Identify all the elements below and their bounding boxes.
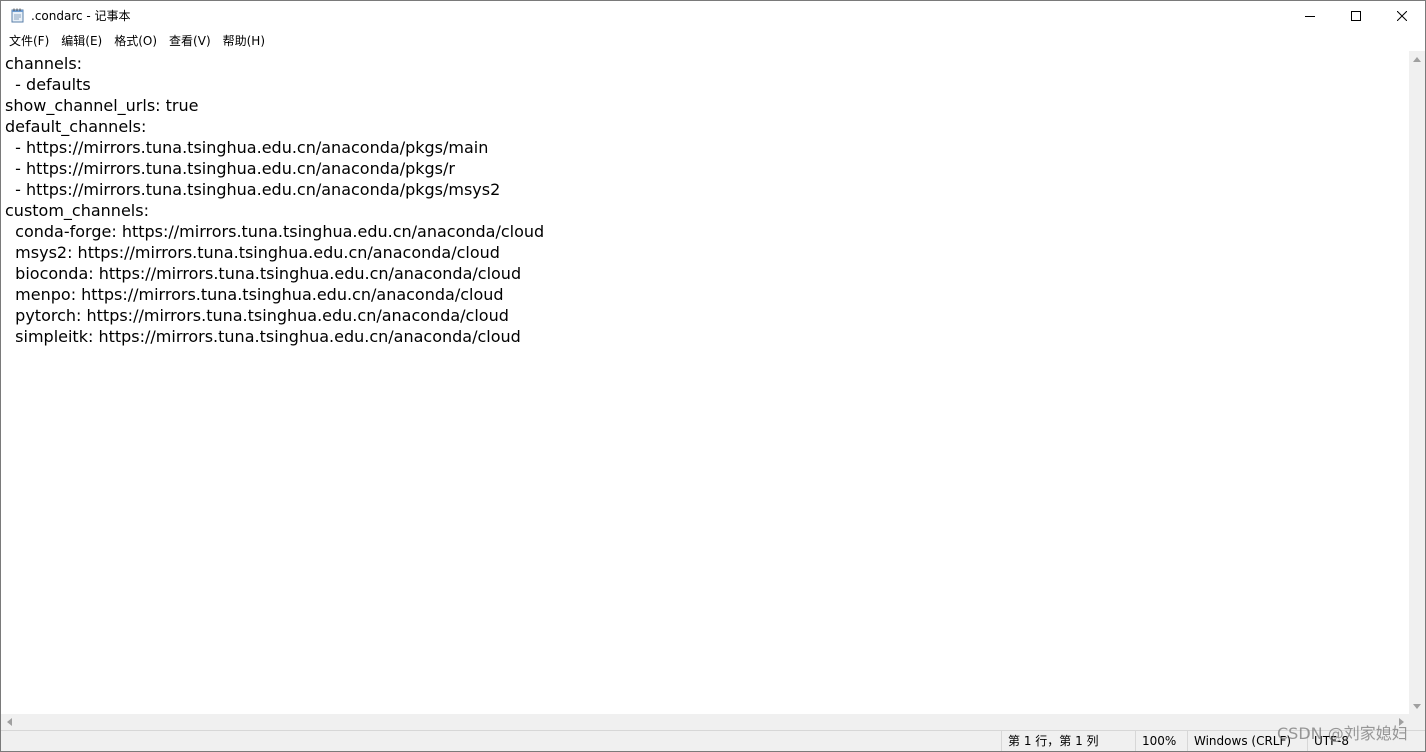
status-zoom: 100% xyxy=(1135,731,1187,751)
close-icon xyxy=(1397,11,1407,21)
scroll-up-icon[interactable] xyxy=(1409,51,1425,67)
menu-format[interactable]: 格式(O) xyxy=(108,31,163,51)
status-encoding: UTF-8 xyxy=(1307,731,1425,751)
maximize-icon xyxy=(1351,11,1361,21)
minimize-button[interactable] xyxy=(1287,1,1333,31)
scroll-right-icon[interactable] xyxy=(1393,714,1409,730)
minimize-icon xyxy=(1305,16,1315,17)
scrollbar-corner xyxy=(1409,714,1425,730)
title-bar[interactable]: .condarc - 记事本 xyxy=(1,1,1425,31)
status-line-ending: Windows (CRLF) xyxy=(1187,731,1307,751)
scroll-left-icon[interactable] xyxy=(1,714,17,730)
maximize-button[interactable] xyxy=(1333,1,1379,31)
vertical-scrollbar[interactable] xyxy=(1409,51,1425,714)
window-title: .condarc - 记事本 xyxy=(31,9,131,23)
scroll-down-icon[interactable] xyxy=(1409,698,1425,714)
text-editor[interactable]: channels: - defaults show_channel_urls: … xyxy=(1,51,1409,714)
menu-view[interactable]: 查看(V) xyxy=(163,31,217,51)
menu-help[interactable]: 帮助(H) xyxy=(217,31,271,51)
menu-bar: 文件(F) 编辑(E) 格式(O) 查看(V) 帮助(H) xyxy=(1,31,1425,51)
horizontal-scrollbar[interactable] xyxy=(1,714,1409,730)
status-cursor-position: 第 1 行，第 1 列 xyxy=(1001,731,1135,751)
status-bar: 第 1 行，第 1 列 100% Windows (CRLF) UTF-8 xyxy=(1,730,1425,751)
menu-file[interactable]: 文件(F) xyxy=(3,31,55,51)
notepad-icon xyxy=(11,8,25,23)
notepad-window: .condarc - 记事本 文件(F) 编辑(E) 格式(O) 查看(V) 帮… xyxy=(0,0,1426,752)
close-button[interactable] xyxy=(1379,1,1425,31)
menu-edit[interactable]: 编辑(E) xyxy=(55,31,108,51)
editor-content[interactable]: channels: - defaults show_channel_urls: … xyxy=(5,53,544,347)
